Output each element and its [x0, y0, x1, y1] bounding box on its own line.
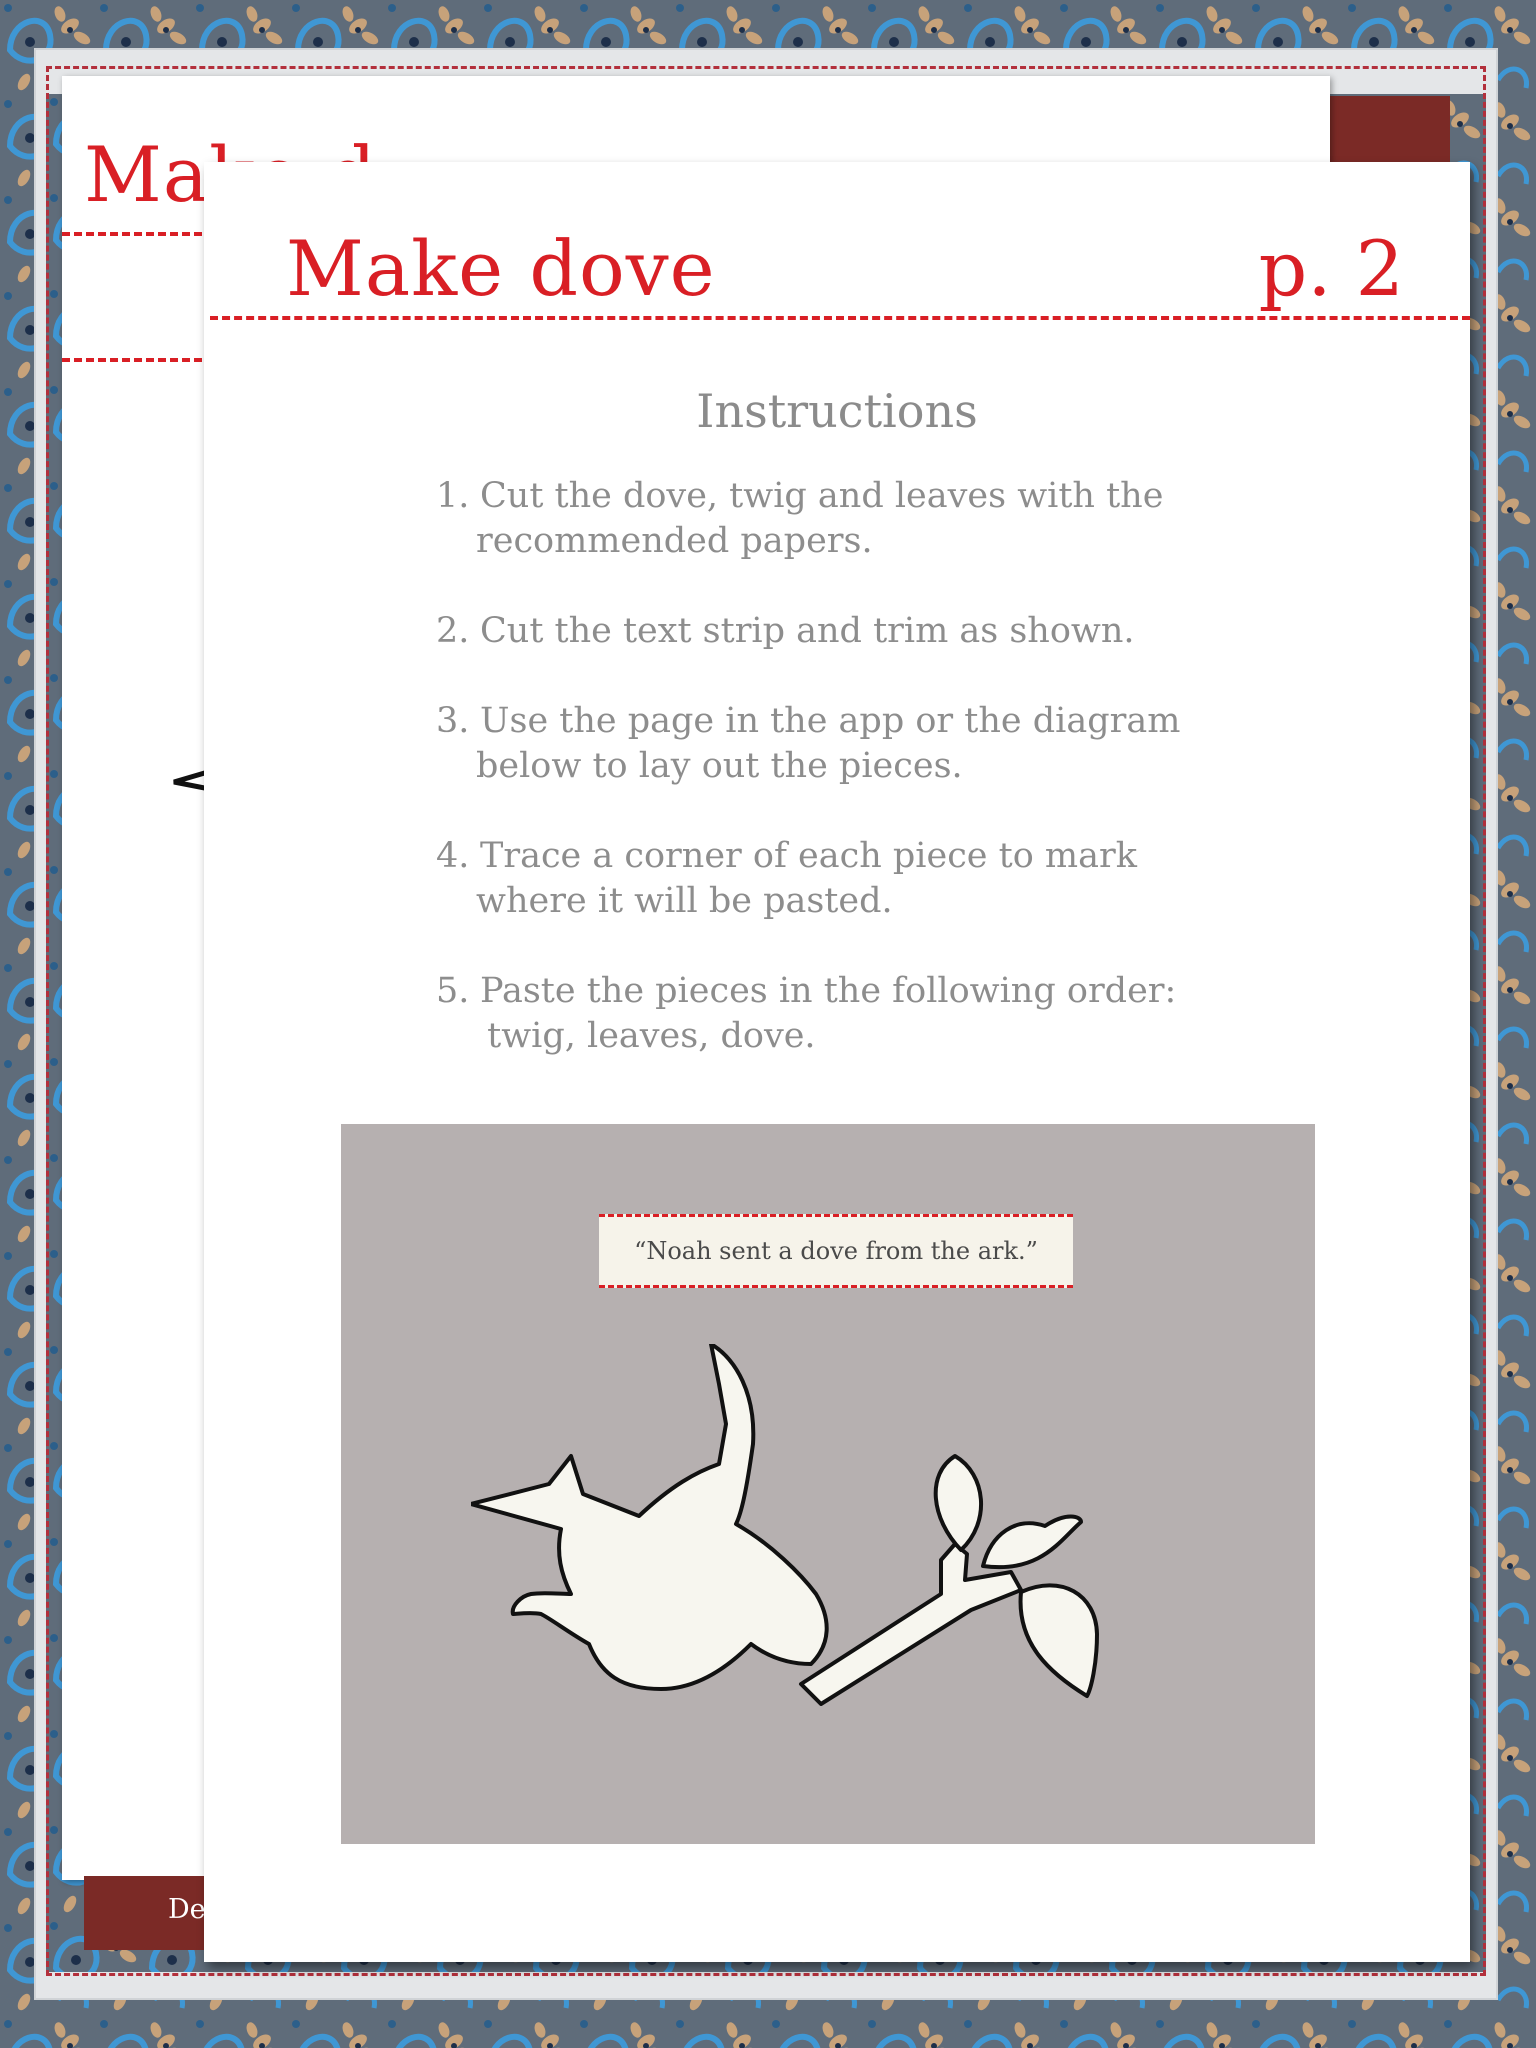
instruction-steps: 1. Cut the dove, twig and leaves with the…	[436, 474, 1316, 1104]
step-number: 2.	[436, 611, 470, 651]
step-number: 5.	[436, 971, 470, 1011]
leaf-right-piece	[981, 1514, 1083, 1570]
step-text: Cut the dove, twig and leaves with the	[480, 476, 1164, 516]
step-number: 1.	[436, 476, 470, 516]
step-text-continued: recommended papers.	[476, 521, 873, 561]
step-item: 2. Cut the text strip and trim as shown.	[436, 609, 1316, 654]
step-text: Trace a corner of each piece to mark	[480, 836, 1137, 876]
title-rule	[210, 316, 1470, 320]
step-item: 4. Trace a corner of each piece to mark w…	[436, 834, 1316, 924]
dove-with-olive-twig-icon	[469, 1342, 1151, 1764]
leaf-bottom-piece	[1018, 1583, 1099, 1698]
back-page-tab	[1330, 96, 1450, 164]
instructions-heading: Instructions	[696, 384, 978, 438]
step-item: 3. Use the page in the app or the diagram…	[436, 699, 1316, 789]
page-number: p. 2	[1258, 224, 1404, 313]
step-item: 1. Cut the dove, twig and leaves with the…	[436, 474, 1316, 564]
step-number: 4.	[436, 836, 470, 876]
step-text-continued: below to lay out the pieces.	[476, 746, 963, 786]
quote-text-strip: “Noah sent a dove from the ark.”	[599, 1214, 1073, 1288]
step-text-continued: twig, leaves, dove.	[476, 1016, 816, 1056]
page-title: Make dove	[286, 224, 716, 313]
layout-diagram: “Noah sent a dove from the ark.”	[341, 1124, 1315, 1844]
step-text: Paste the pieces in the following order:	[480, 971, 1177, 1011]
leaf-top-piece	[933, 1454, 983, 1552]
step-text: Use the page in the app or the diagram	[480, 701, 1181, 741]
front-page: Make dove p. 2 Instructions 1. Cut the do…	[204, 162, 1470, 1962]
dove-piece	[469, 1342, 829, 1691]
step-text: Cut the text strip and trim as shown.	[480, 611, 1135, 651]
step-item: 5. Paste the pieces in the following orde…	[436, 969, 1316, 1059]
step-number: 3.	[436, 701, 470, 741]
step-text-continued: where it will be pasted.	[476, 881, 893, 921]
